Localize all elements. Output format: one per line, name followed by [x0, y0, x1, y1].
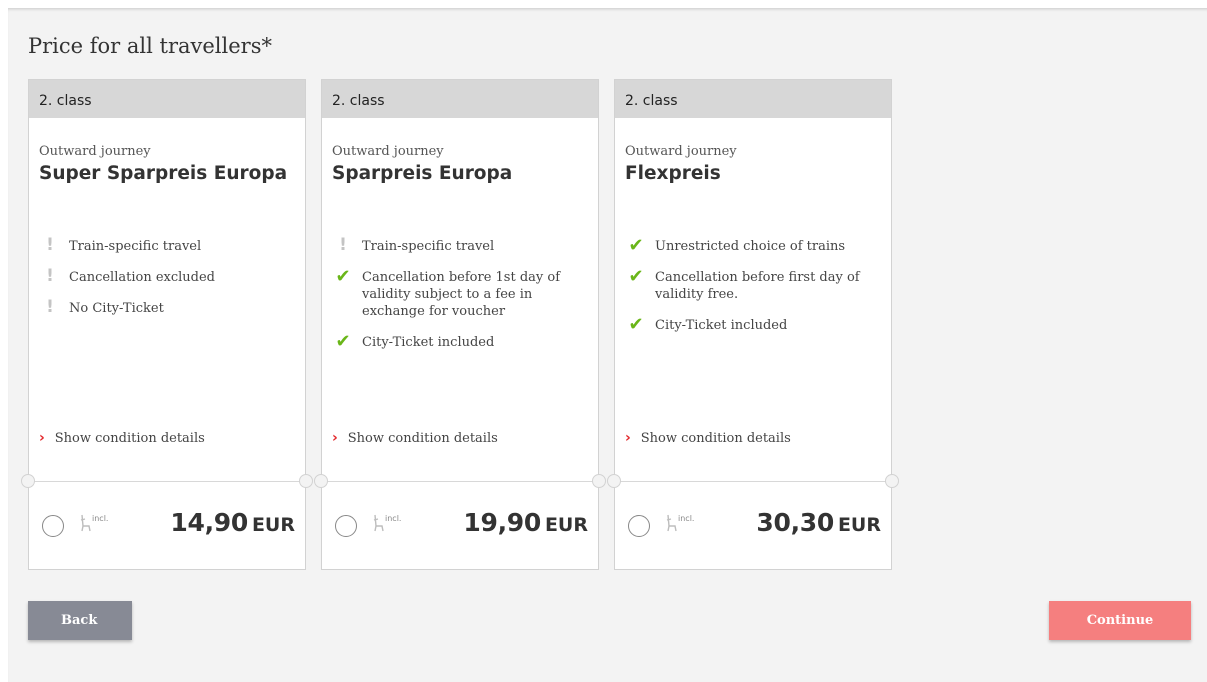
fare-select-radio[interactable] — [628, 515, 650, 537]
check-icon: ✔ — [628, 314, 644, 335]
seat-label: incl. — [385, 514, 401, 523]
ticket-notch-right — [885, 474, 899, 488]
show-condition-details-link[interactable]: › Show condition details — [332, 430, 498, 446]
feature-item: ! No City-Ticket — [39, 297, 299, 317]
divider — [615, 481, 891, 482]
feature-text: Train-specific travel — [69, 239, 202, 254]
feature-text: No City-Ticket — [69, 301, 164, 316]
ticket-notch-left — [607, 474, 621, 488]
price-amount: 30,30 — [756, 508, 834, 537]
feature-text: Cancellation before 1st day of validity … — [362, 270, 561, 319]
feature-list: ✔ Unrestricted choice of trains ✔ Cancella… — [625, 235, 885, 348]
divider — [322, 481, 598, 482]
feature-item: ✔ Cancellation before 1st day of validity… — [332, 266, 592, 320]
chevron-right-icon: › — [625, 430, 631, 446]
check-icon: ✔ — [628, 235, 644, 256]
exclamation-icon: ! — [46, 297, 54, 317]
exclamation-icon: ! — [46, 235, 54, 255]
feature-text: Train-specific travel — [362, 239, 495, 254]
fare-title: Flexpreis — [625, 163, 721, 184]
journey-label: Outward journey — [332, 144, 444, 159]
price-currency: EUR — [251, 514, 295, 536]
details-link-label: Show condition details — [347, 431, 498, 446]
seat-reservation-icon: incl. — [373, 514, 401, 532]
feature-text: City-Ticket included — [655, 318, 788, 333]
fare-price: 14,90 EUR — [170, 508, 295, 537]
seat-reservation-icon: incl. — [80, 514, 108, 532]
journey-label: Outward journey — [625, 144, 737, 159]
feature-item: ✔ Cancellation before first day of validi… — [625, 266, 885, 303]
journey-label: Outward journey — [39, 144, 151, 159]
back-button[interactable]: Back — [28, 601, 132, 640]
show-condition-details-link[interactable]: › Show condition details — [625, 430, 791, 446]
class-label: 2. class — [29, 80, 305, 118]
class-label: 2. class — [322, 80, 598, 118]
price-amount: 19,90 — [463, 508, 541, 537]
exclamation-icon: ! — [46, 266, 54, 286]
exclamation-icon: ! — [339, 235, 347, 255]
chevron-right-icon: › — [332, 430, 338, 446]
check-icon: ✔ — [335, 331, 351, 352]
feature-item: ✔ Unrestricted choice of trains — [625, 235, 885, 256]
seat-label: incl. — [92, 514, 108, 523]
continue-button[interactable]: Continue — [1049, 601, 1191, 640]
check-icon: ✔ — [628, 266, 644, 287]
fare-card-super-sparpreis: 2. class Outward journey Super Sparpreis… — [21, 79, 313, 570]
ticket-notch-right — [299, 474, 313, 488]
price-currency: EUR — [837, 514, 881, 536]
feature-item: ✔ City-Ticket included — [625, 314, 885, 335]
price-currency: EUR — [544, 514, 588, 536]
details-link-label: Show condition details — [640, 431, 791, 446]
ticket-notch-left — [314, 474, 328, 488]
ticket-notch-right — [592, 474, 606, 488]
feature-list: ! Train-specific travel ✔ Cancellation bef… — [332, 235, 592, 365]
feature-item: ✔ City-Ticket included — [332, 331, 592, 352]
fare-card-sparpreis: 2. class Outward journey Sparpreis Europ… — [314, 79, 606, 570]
details-link-label: Show condition details — [54, 431, 205, 446]
fare-title: Sparpreis Europa — [332, 163, 513, 184]
feature-text: Unrestricted choice of trains — [655, 239, 846, 254]
chevron-right-icon: › — [39, 430, 45, 446]
seat-reservation-icon: incl. — [666, 514, 694, 532]
fare-select-radio[interactable] — [335, 515, 357, 537]
show-condition-details-link[interactable]: › Show condition details — [39, 430, 205, 446]
fare-price: 30,30 EUR — [756, 508, 881, 537]
ticket-notch-left — [21, 474, 35, 488]
feature-item: ! Train-specific travel — [332, 235, 592, 255]
fare-card-flexpreis: 2. class Outward journey Flexpreis ✔ Unre… — [607, 79, 899, 570]
price-amount: 14,90 — [170, 508, 248, 537]
feature-text: City-Ticket included — [362, 335, 495, 350]
feature-text: Cancellation excluded — [69, 270, 215, 285]
page-title: Price for all travellers* — [28, 34, 272, 58]
check-icon: ✔ — [335, 266, 351, 287]
seat-label: incl. — [678, 514, 694, 523]
fare-title: Super Sparpreis Europa — [39, 163, 288, 184]
feature-item: ! Cancellation excluded — [39, 266, 299, 286]
fare-select-radio[interactable] — [42, 515, 64, 537]
fare-price: 19,90 EUR — [463, 508, 588, 537]
feature-list: ! Train-specific travel ! Cancellation exc… — [39, 235, 299, 331]
class-label: 2. class — [615, 80, 891, 118]
divider — [29, 481, 305, 482]
feature-item: ! Train-specific travel — [39, 235, 299, 255]
feature-text: Cancellation before first day of validit… — [655, 270, 860, 302]
